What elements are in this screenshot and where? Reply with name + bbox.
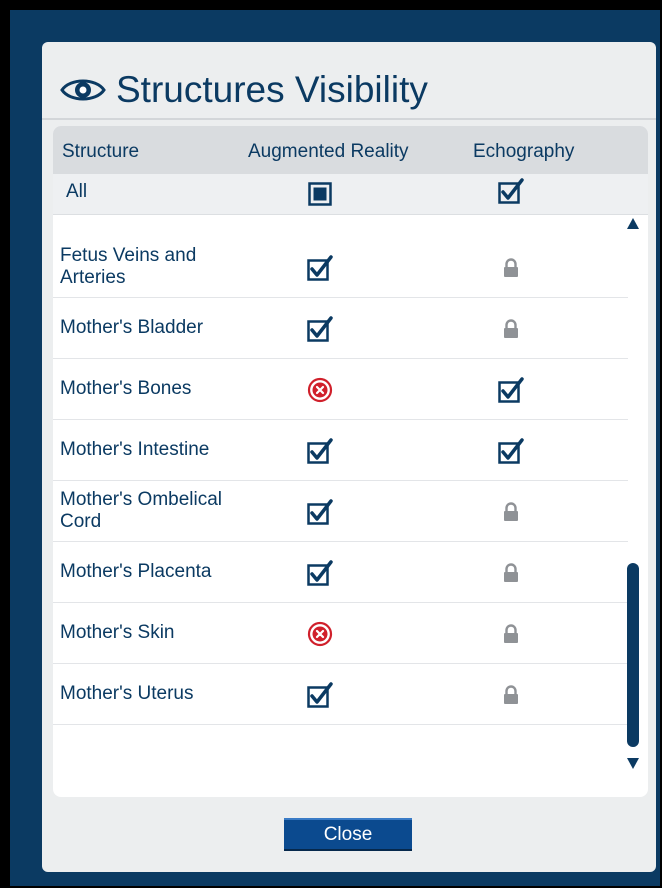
structures-table: Structure Augmented Reality Echography A… xyxy=(53,126,648,797)
lock-icon xyxy=(504,562,518,582)
close-button[interactable]: Close xyxy=(284,818,412,851)
echography-toggle xyxy=(503,318,519,344)
dialog-title: Structures Visibility xyxy=(60,64,428,116)
scroll-up-arrow[interactable] xyxy=(627,218,639,229)
echography-toggle[interactable] xyxy=(498,437,524,470)
checkbox-checked-icon xyxy=(307,559,333,586)
augmented-reality-toggle[interactable] xyxy=(307,621,333,652)
eye-icon xyxy=(60,79,106,101)
lock-icon xyxy=(504,501,518,521)
lock-icon xyxy=(504,623,518,643)
checkbox-checked-icon xyxy=(307,315,333,342)
structure-row: Mother's Bones xyxy=(53,358,628,420)
structure-name: Mother's Bladder xyxy=(60,316,204,338)
augmented-reality-toggle[interactable] xyxy=(307,437,333,470)
structure-row: Fetus Veins and Arteries xyxy=(53,236,628,298)
structure-name: Mother's Placenta xyxy=(60,560,212,582)
checkbox-checked-icon xyxy=(498,178,524,204)
structure-name: Mother's Intestine xyxy=(60,438,210,460)
all-augmented-reality-toggle[interactable] xyxy=(308,182,332,211)
title-divider xyxy=(42,118,656,120)
column-header-structure: Structure xyxy=(62,141,140,162)
dialog-title-text: Structures Visibility xyxy=(116,69,428,110)
structure-row: Mother's Placenta xyxy=(53,541,628,603)
column-header-echography: Echography xyxy=(473,141,575,162)
column-header-augmented-reality: Augmented Reality xyxy=(248,141,409,162)
structure-name: Mother's Skin xyxy=(60,621,175,643)
echography-toggle xyxy=(503,501,519,527)
scrollbar-thumb[interactable] xyxy=(627,563,639,747)
echography-toggle xyxy=(503,562,519,588)
echography-toggle xyxy=(503,257,519,283)
checkbox-checked-icon xyxy=(307,254,333,281)
structure-row: Mother's Bladder xyxy=(53,297,628,359)
echography-toggle[interactable] xyxy=(498,376,524,409)
structure-row: Mother's Uterus xyxy=(53,663,628,725)
echography-toggle xyxy=(503,623,519,649)
hidden-x-icon xyxy=(307,377,333,402)
structure-name: Mother's Uterus xyxy=(60,682,194,704)
checkbox-partial-icon xyxy=(308,182,332,206)
checkbox-checked-icon xyxy=(307,681,333,708)
augmented-reality-toggle[interactable] xyxy=(307,559,333,592)
checkbox-checked-icon xyxy=(307,498,333,525)
checkbox-checked-icon xyxy=(498,437,524,464)
echography-toggle xyxy=(503,684,519,710)
table-header: Structure Augmented Reality Echography xyxy=(53,126,648,174)
checkbox-checked-icon xyxy=(307,437,333,464)
structure-name: Fetus Veins and Arteries xyxy=(60,244,197,288)
scroll-down-arrow[interactable] xyxy=(627,758,639,769)
structure-row: Mother's Skin xyxy=(53,602,628,664)
structure-row: Mother's Ombelical Cord xyxy=(53,480,628,542)
all-row: All xyxy=(53,174,648,215)
structure-name: Mother's Bones xyxy=(60,377,192,399)
augmented-reality-toggle[interactable] xyxy=(307,498,333,531)
structure-row: Mother's Intestine xyxy=(53,419,628,481)
structure-name: Mother's Ombelical Cord xyxy=(60,488,223,532)
hidden-x-icon xyxy=(307,621,333,646)
all-echography-toggle[interactable] xyxy=(498,178,524,210)
lock-icon xyxy=(504,318,518,338)
augmented-reality-toggle[interactable] xyxy=(307,377,333,408)
all-row-label: All xyxy=(66,181,88,202)
lock-icon xyxy=(504,684,518,704)
augmented-reality-toggle[interactable] xyxy=(307,315,333,348)
augmented-reality-toggle[interactable] xyxy=(307,681,333,714)
checkbox-checked-icon xyxy=(498,376,524,403)
augmented-reality-toggle[interactable] xyxy=(307,254,333,287)
lock-icon xyxy=(504,257,518,277)
